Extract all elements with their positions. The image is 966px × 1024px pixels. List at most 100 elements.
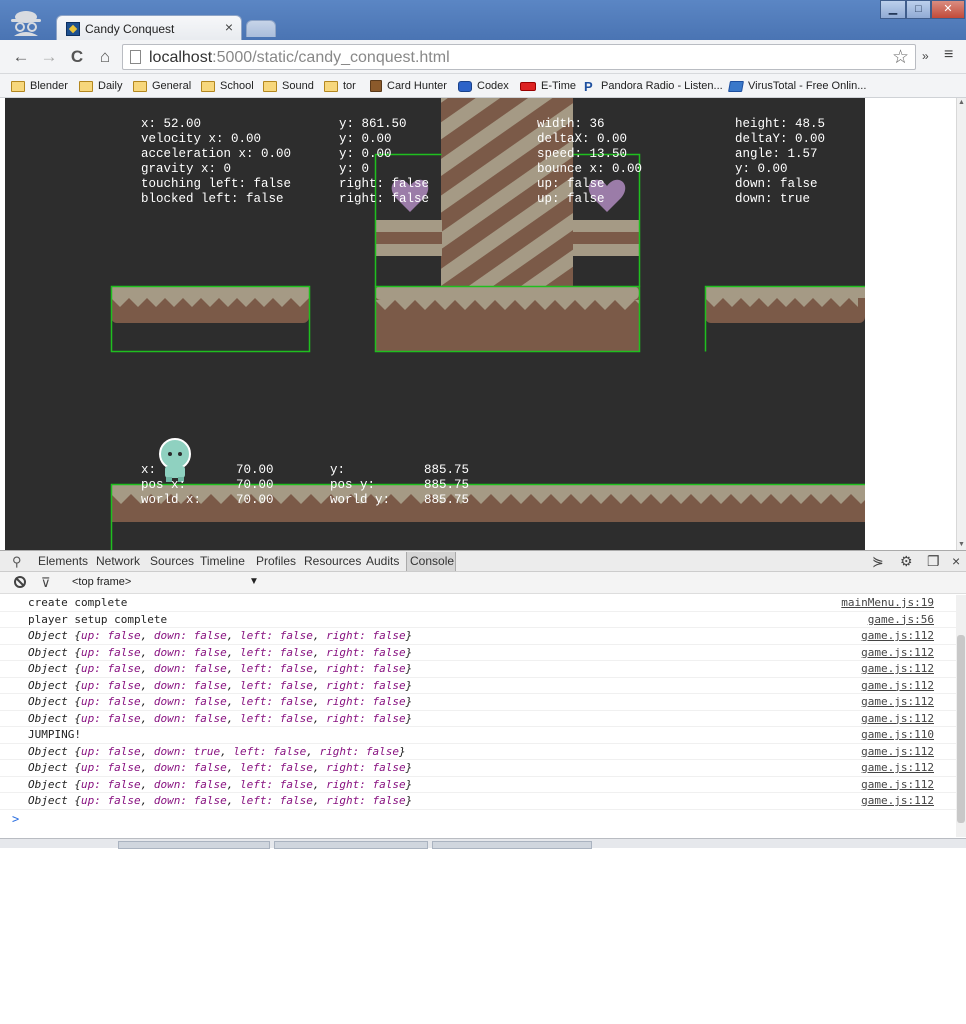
console-source-link[interactable]: game.js:110	[861, 727, 934, 743]
scroll-up-icon[interactable]: ▲	[958, 99, 965, 106]
console-source-link[interactable]: game.js:112	[861, 645, 934, 661]
console-log-entry: Object {up: false, down: false, left: fa…	[0, 628, 956, 645]
url-text[interactable]: localhost:5000/static/candy_conquest.htm…	[149, 49, 450, 67]
bookmark-star-icon[interactable]: ☆	[892, 46, 909, 69]
filter-icon[interactable]: ⊽	[41, 575, 51, 591]
console-source-link[interactable]: game.js:112	[861, 744, 934, 760]
address-bar[interactable]: localhost:5000/static/candy_conquest.htm…	[122, 44, 916, 70]
camera-values-y: 885.75 885.75 885.75	[424, 463, 470, 507]
console-prompt[interactable]: >	[12, 812, 19, 826]
bookmarks-bar: Blender Daily General School Sound tor C…	[0, 74, 966, 98]
console-log-entry: create complete mainMenu.js:19	[0, 595, 956, 612]
tab-audits[interactable]: Audits	[366, 554, 399, 568]
devtools-tabbar: ⚲ Elements Network Sources Timeline Prof…	[0, 550, 966, 572]
bookmark-tor[interactable]: tor	[324, 77, 356, 95]
console-log-entry: Object {up: false, down: false, left: fa…	[0, 678, 956, 694]
tab-candy-conquest[interactable]: Candy Conquest ×	[56, 15, 242, 41]
console-source-link[interactable]: game.js:112	[861, 694, 934, 710]
maximize-button[interactable]: □	[906, 0, 931, 19]
tab-title: Candy Conquest	[85, 22, 175, 36]
console-source-link[interactable]: game.js:112	[861, 661, 934, 677]
console-source-link[interactable]: game.js:112	[861, 628, 934, 644]
forward-button[interactable]: →	[38, 47, 60, 67]
bookmark-blender[interactable]: Blender	[11, 77, 68, 95]
dock-icon[interactable]: ❐	[927, 553, 940, 570]
minimize-button[interactable]: ▁	[880, 0, 906, 19]
bookmark-codex[interactable]: Codex	[458, 77, 509, 95]
frame-selector[interactable]: <top frame>	[72, 576, 131, 588]
taskbar-item[interactable]	[274, 841, 428, 849]
page-scrollbar[interactable]: ▲ ▼	[956, 98, 966, 550]
console-scrollbar[interactable]	[956, 595, 966, 837]
bookmark-sound[interactable]: Sound	[263, 77, 314, 95]
console-log-list: create complete mainMenu.js:19 player setu…	[0, 595, 956, 835]
console-source-link[interactable]: game.js:112	[861, 711, 934, 727]
ground-platform	[111, 484, 865, 522]
camera-values-x: 70.00 70.00 70.00	[236, 463, 274, 507]
scroll-down-icon[interactable]: ▼	[958, 541, 965, 548]
console-source-link[interactable]: mainMenu.js:19	[841, 595, 934, 611]
taskbar-item[interactable]	[118, 841, 270, 849]
console-log-message: player setup complete	[28, 612, 168, 626]
inspect-search-icon[interactable]: ⚲	[12, 554, 22, 570]
close-devtools-icon[interactable]: ×	[952, 553, 960, 569]
console-source-link[interactable]: game.js:112	[861, 678, 934, 694]
folder-icon	[201, 80, 215, 92]
tab-resources[interactable]: Resources	[304, 554, 361, 568]
title-bar: Candy Conquest × ▁ □ ✕	[0, 0, 966, 41]
console-drawer-icon[interactable]: ⋟	[872, 553, 884, 570]
console-source-link[interactable]: game.js:56	[868, 612, 934, 628]
folder-icon	[79, 80, 93, 92]
folder-icon	[324, 80, 338, 92]
console-log-entry: player setup complete game.js:56	[0, 612, 956, 628]
console-log-message: Object {up: false, down: false, left: fa…	[28, 777, 413, 791]
bookmark-pandora[interactable]: P Pandora Radio - Listen...	[584, 77, 723, 95]
pandora-icon: P	[584, 78, 593, 94]
clear-console-icon[interactable]	[14, 576, 26, 588]
home-button[interactable]: ⌂	[94, 47, 116, 67]
bookmark-general[interactable]: General	[133, 77, 191, 95]
bookmark-card-hunter[interactable]: Card Hunter	[370, 77, 447, 95]
reload-button[interactable]: C	[66, 47, 88, 67]
devtools-panel: ⚲ Elements Network Sources Timeline Prof…	[0, 550, 966, 848]
camera-labels-x: x: pos x: world x:	[141, 463, 202, 507]
ledge-right	[573, 220, 639, 256]
bookmark-daily[interactable]: Daily	[79, 77, 122, 95]
bookmark-virustotal[interactable]: VirusTotal - Free Onlin...	[728, 77, 866, 95]
favicon-icon	[66, 22, 80, 36]
console-source-link[interactable]: game.js:112	[861, 793, 934, 809]
bookmark-etime[interactable]: E-Time	[520, 77, 576, 95]
settings-gear-icon[interactable]: ⚙	[900, 553, 913, 570]
tab-network[interactable]: Network	[96, 554, 140, 568]
console-source-link[interactable]: game.js:112	[861, 760, 934, 776]
console-filter-bar: ⊽ <top frame> ▼	[0, 572, 966, 594]
tab-console[interactable]: Console	[410, 554, 454, 568]
center-platform	[375, 286, 639, 352]
console-log-message: Object {up: false, down: false, left: fa…	[28, 761, 413, 774]
console-log-entry: JUMPING! game.js:110	[0, 727, 956, 744]
tab-close-button[interactable]: ×	[225, 19, 233, 35]
console-log-entry: Object {up: false, down: false, left: fa…	[0, 760, 956, 777]
console-log-entry: Object {up: false, down: false, left: fa…	[0, 694, 956, 711]
bookmark-school[interactable]: School	[201, 77, 254, 95]
page-icon	[130, 50, 141, 64]
frame-dropdown-arrow-icon[interactable]: ▼	[249, 576, 259, 587]
browser-toolbar: ← → C ⌂ localhost:5000/static/candy_conq…	[0, 40, 966, 74]
close-window-button[interactable]: ✕	[931, 0, 965, 19]
game-canvas[interactable]: x: 52.00 velocity x: 0.00 acceleration x…	[5, 98, 865, 550]
taskbar-item[interactable]	[432, 841, 592, 849]
console-source-link[interactable]: game.js:112	[861, 777, 934, 793]
codex-icon	[458, 80, 472, 92]
debug-column-3: width: 36 deltaX: 0.00 speed: 13.50 boun…	[537, 117, 643, 206]
tab-profiles[interactable]: Profiles	[256, 554, 296, 568]
back-button[interactable]: ←	[10, 47, 32, 67]
tab-sources[interactable]: Sources	[150, 554, 194, 568]
new-tab-button[interactable]	[246, 20, 276, 37]
chrome-menu-button[interactable]: ≡	[944, 46, 953, 64]
tab-elements[interactable]: Elements	[38, 554, 88, 568]
console-log-message: Object {up: false, down: false, left: fa…	[28, 662, 413, 675]
page-viewport: x: 52.00 velocity x: 0.00 acceleration x…	[0, 98, 966, 550]
console-scroll-thumb[interactable]	[957, 635, 965, 823]
extensions-overflow-button[interactable]: »	[922, 49, 929, 63]
tab-timeline[interactable]: Timeline	[200, 554, 245, 568]
